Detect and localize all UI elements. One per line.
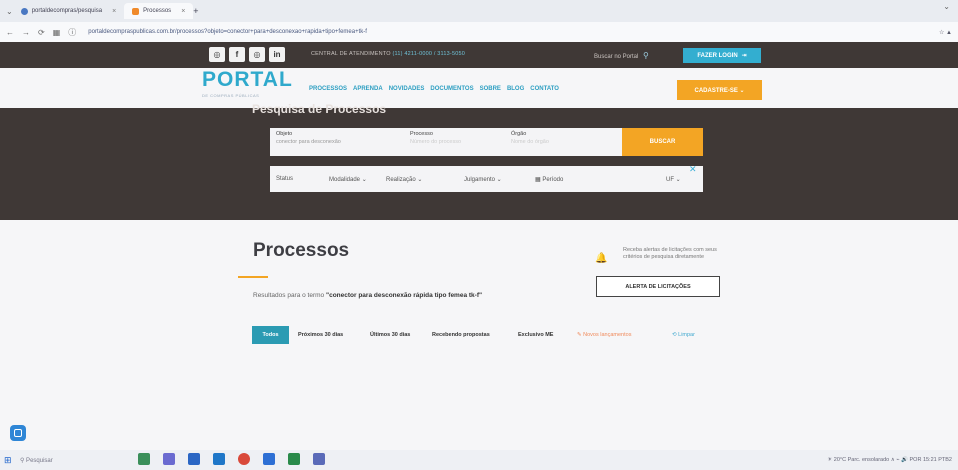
alert-description: Receba alertas de licitações com seus cr… [623,247,717,260]
result-term: "conector para desconexão rápida tipo fe… [326,292,483,299]
processo-label: Processo [410,131,433,137]
clear-filters-button[interactable]: ⟲ Limpar [672,326,695,344]
portal-search-label: Buscar no Portal [594,54,639,60]
filter-chip-exclusivo[interactable]: Exclusivo ME [518,326,553,344]
url-field[interactable]: portaldecompraspublicas.com.br/processos… [84,26,931,39]
processo-field[interactable]: Processo Número do processo [410,131,461,145]
app-chrome-icon[interactable] [238,453,250,465]
main-menu: PROCESSOS APRENDA NOVIDADES DOCUMENTOS S… [309,86,559,92]
menu-item-documentos[interactable]: DOCUMENTOS [430,86,473,92]
search-band [0,108,958,220]
app-teams-icon[interactable] [163,453,175,465]
chat-widget-icon[interactable] [10,425,26,441]
periodo-filter[interactable]: ▦ Período [535,176,563,183]
windows-start-icon[interactable]: ⊞ [4,455,12,466]
whatsapp-icon[interactable]: ◎ [209,47,225,62]
back-icon[interactable]: ← [6,28,14,37]
result-text: Resultados para o termo "conector para d… [253,292,482,299]
app-files-icon[interactable] [263,453,275,465]
processo-input[interactable]: Número do processo [410,139,461,145]
close-icon[interactable]: ✕ [689,164,697,175]
menu-item-blog[interactable]: BLOG [507,86,524,92]
portal-search[interactable]: Buscar no Portal ⚲ [594,51,649,60]
reload-icon[interactable]: ⟳ [38,28,45,37]
central-phone[interactable]: (11) 4211-0000 / 3113-5050 [393,51,465,57]
top-strip [0,42,958,68]
menu-item-sobre[interactable]: SOBRE [480,86,501,92]
title-underline [238,276,268,278]
taskbar-apps [138,453,325,465]
search-title: Pesquisa de Processos [252,102,387,116]
app-excel-icon[interactable] [288,453,300,465]
window-controls-icon[interactable]: ⌄ [943,2,950,11]
bell-icon: 🔔 [595,253,608,264]
login-button[interactable]: FAZER LOGIN ⇥ [683,48,761,63]
orgao-input[interactable]: Nome do órgão [511,139,549,145]
portal-logo-subtitle: DE COMPRAS PÚBLICAS [202,93,260,98]
app-outlook-icon[interactable] [213,453,225,465]
browser-window: ⌄ portaldecompras/pesquisa × Processos ×… [0,0,958,470]
filter-chip-todos[interactable]: Todos [252,326,289,344]
facebook-icon[interactable]: f [229,47,245,62]
search-icon[interactable]: ⚲ [643,51,649,60]
filter-chip-novos[interactable]: ✎ Novos lançamentos [577,326,631,344]
buscar-button[interactable]: BUSCAR [622,128,703,156]
bookmark-icon[interactable]: ☆ ▲ [939,29,952,36]
social-links: ◎ f ◎ in [209,47,285,62]
menu-item-novidades[interactable]: NOVIDADES [389,86,425,92]
close-icon[interactable]: × [112,8,116,15]
orgao-label: Órgão [511,131,527,137]
tab-label: portaldecompras/pesquisa [31,8,103,14]
apps-icon[interactable]: ▦ [53,28,61,37]
tab-bar: ⌄ portaldecompras/pesquisa × Processos ×… [0,0,958,22]
orgao-field[interactable]: Órgão Nome do órgão [511,131,549,145]
tab-menu-icon[interactable]: ⌄ [6,7,13,16]
filter-chip-recebendo[interactable]: Recebendo propostas [432,326,490,344]
site-info-icon[interactable]: ⓘ [68,27,76,38]
tab-label: Processos [143,8,172,14]
central-atendimento: CENTRAL DE ATENDIMENTO (11) 4211-0000 / … [311,51,465,57]
alert-button[interactable]: ALERTA DE LICITAÇÕES [596,276,720,297]
close-icon[interactable]: × [181,8,185,15]
central-label: CENTRAL DE ATENDIMENTO [311,51,391,57]
linkedin-icon[interactable]: in [269,47,285,62]
system-tray[interactable]: ☀ 20°C Parc. ensolarado ∧ ⌁ 🔊 POR 15:21 … [827,457,952,463]
julgamento-filter[interactable]: Julgamento ⌄ [464,176,502,183]
instagram-icon[interactable]: ◎ [249,47,265,62]
app-other-icon[interactable] [313,453,325,465]
page-title: Processos [253,240,350,261]
objeto-input[interactable]: conector para desconexão [276,139,341,145]
taskbar-search[interactable]: ⚲ Pesquisar [20,457,53,464]
site-favicon-icon [20,7,28,15]
address-bar: ← → ⟳ ▦ ⓘ portaldecompraspublicas.com.br… [0,22,958,42]
new-tab-button[interactable]: + [193,6,198,16]
filter-chip-ultimos[interactable]: Últimos 30 dias [370,326,410,344]
menu-item-processos[interactable]: PROCESSOS [309,86,347,92]
objeto-field[interactable]: Objeto conector para desconexão [276,131,341,145]
modalidade-filter[interactable]: Modalidade ⌄ [329,176,367,183]
login-icon: ⇥ [741,53,747,59]
portal-logo[interactable]: PORTAL [202,68,293,92]
tab-pesquisa[interactable]: portaldecompras/pesquisa × [13,3,124,19]
menu-item-aprenda[interactable]: APRENDA [353,86,383,92]
forward-icon[interactable]: → [22,28,30,37]
uf-filter[interactable]: UF ⌄ [666,176,681,183]
login-label: FAZER LOGIN [697,52,738,59]
filter-chip-proximos[interactable]: Próximos 30 dias [298,326,343,344]
realizacao-filter[interactable]: Realização ⌄ [386,176,422,183]
tab-processos[interactable]: Processos × [124,3,194,19]
result-prefix: Resultados para o termo [253,292,325,299]
menu-item-contato[interactable]: CONTATO [530,86,559,92]
cadastre-button[interactable]: CADASTRE-SE ⌄ [677,80,762,100]
status-filter[interactable]: Status [276,176,293,182]
portal-favicon-icon [132,7,140,15]
app-word-icon[interactable] [188,453,200,465]
objeto-label: Objeto [276,131,293,137]
app-widgets-icon[interactable] [138,453,150,465]
